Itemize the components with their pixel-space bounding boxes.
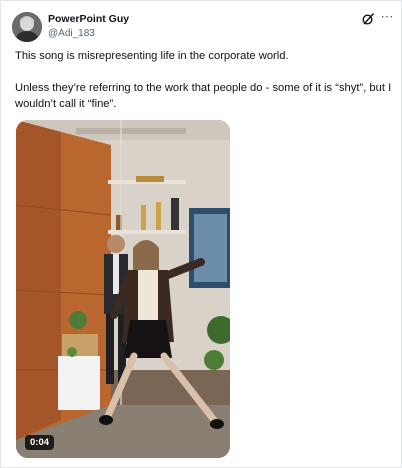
- grok-button[interactable]: [361, 12, 375, 26]
- tweet-text-paragraph-1: This song is misrepresenting life in the…: [15, 50, 289, 62]
- tweet-text-paragraph-2: Unless they’re referring to the work tha…: [15, 82, 392, 110]
- video-duration-badge: 0:04: [25, 435, 55, 450]
- video-player[interactable]: 0:04: [16, 120, 230, 458]
- video-thumbnail: [16, 120, 230, 458]
- tweet-card: PowerPoint Guy @Adi_183 ⋯ This song is m…: [0, 0, 402, 468]
- author-handle[interactable]: @Adi_183: [48, 28, 95, 39]
- avatar-image: [12, 12, 42, 42]
- grok-icon: [362, 13, 375, 25]
- avatar[interactable]: [12, 12, 42, 42]
- author-name[interactable]: PowerPoint Guy: [48, 13, 129, 25]
- more-options-icon[interactable]: ⋯: [378, 9, 396, 25]
